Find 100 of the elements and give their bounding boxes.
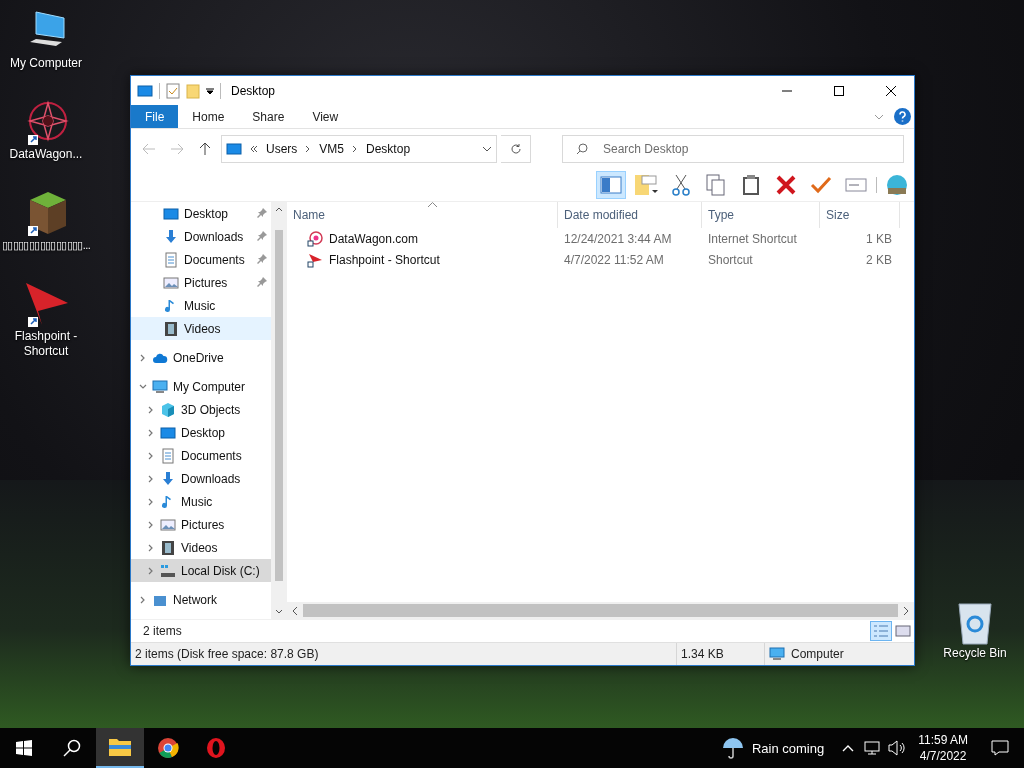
nav-item[interactable]: Desktop [131,421,271,444]
nav-item[interactable]: Local Disk (C:) [131,559,271,582]
network-icon [864,740,881,756]
desktop-shortcut[interactable]: My Computer [0,8,92,71]
chevron-right-icon [147,497,155,506]
file-row[interactable]: Flashpoint - Shortcut 4/7/2022 11:52 AM Shortcut 2 KB [287,249,914,270]
ribbon-tab[interactable]: Share [238,105,299,128]
chevron-right-icon [147,474,155,483]
chevron-right-icon [305,145,312,153]
film-icon [160,539,176,556]
weather-text[interactable]: Rain coming [751,740,825,756]
desktop-shortcut[interactable]: Recycle Bin [938,600,1012,661]
breadcrumb-link[interactable]: Users [266,142,298,156]
chevron-right-icon [147,451,155,460]
chevron-right-icon [147,543,155,552]
details-view-button[interactable] [870,621,892,641]
nav-item[interactable]: Downloads [131,225,271,248]
scissors-icon [672,174,690,196]
nav-item[interactable]: Videos [131,536,271,559]
desktop-icon-label: Recycle Bin [943,646,1007,661]
nav-item[interactable]: Pictures [131,271,271,294]
nav-item[interactable]: Network [131,588,271,611]
horizontal-scrollbar[interactable] [287,602,914,619]
umbrella-icon [721,737,744,759]
status-summary: 2 items (Disk free space: 87.8 GB) [135,647,319,661]
sort-caret-icon [428,202,437,207]
ribbon-tab[interactable]: View [298,105,353,128]
folder-taskbar-button[interactable] [96,728,144,768]
nav-item[interactable]: My Computer [131,375,271,398]
search-field[interactable]: Search Desktop [562,135,904,163]
nav-item[interactable]: Music [131,294,271,317]
preview-pane-button[interactable] [596,171,626,199]
file-type: Internet Shortcut [708,231,797,246]
chevron-right-icon [352,145,359,153]
pin-icon [257,253,267,264]
chevron-right-icon [139,595,147,604]
address-bar[interactable]: Users VM5 Desktop [221,135,497,163]
document-icon [163,251,179,268]
maximize-icon [834,85,844,96]
chevron-right-icon [147,520,155,529]
ribbon-tab[interactable]: Home [178,105,239,128]
chevron-right-icon [139,353,147,362]
forward-arrow-icon [170,143,184,155]
refresh-icon [509,143,522,155]
folder-icon [186,82,200,99]
breadcrumb-link[interactable]: VM5 [319,142,345,156]
nav-item[interactable]: 3D Objects [131,398,271,421]
clipboard-icon [741,174,761,196]
desktop-icon-label: DataWagon... [9,147,83,162]
clock[interactable]: 11:59 AM 4/7/2022 [910,732,976,764]
back-arrow-icon [142,143,156,155]
nav-item[interactable]: Downloads [131,467,271,490]
down-arrow-icon [163,228,179,245]
pin-icon [257,230,267,241]
date-modified: 4/7/2022 11:52 AM [564,252,664,267]
desktop-shortcut[interactable]: Flashpoint - Shortcut [0,281,92,359]
computer-icon [152,378,168,395]
search-icon [576,143,588,155]
desktop-icon [160,424,176,441]
pin-icon [257,207,267,218]
file-size: 1 KB [866,231,892,246]
browser-logo-icon [157,737,179,759]
column-header[interactable]: Type [702,202,820,228]
desktop-shortcut[interactable]: DataWagon... [0,99,92,162]
chevron-up-icon [842,744,855,752]
ribbon-tab[interactable]: File [131,105,179,128]
search-icon [63,739,81,757]
nav-item[interactable]: Music [131,490,271,513]
o-logo-icon [205,737,227,759]
file-row[interactable]: DataWagon.com 12/24/2021 3:44 AM Internet Shortcut 1 KB [287,228,914,249]
checklist-icon [166,82,180,99]
nav-item[interactable]: Videos [131,317,271,340]
nav-item[interactable]: Pictures [131,513,271,536]
volume-icon [888,740,907,756]
refresh-button[interactable] [501,135,531,163]
picture-icon [163,274,179,291]
up-arrow-icon [199,142,211,156]
column-header[interactable]: Size [820,202,900,228]
cube-icon [160,401,176,418]
shortcut-arrow-icon [28,226,38,236]
desktop-shortcut[interactable]: ▯▯▯▯▯▯▯▯▯▯▯▯▯▯▯... [0,190,92,253]
status-location: Computer [791,647,844,661]
date-modified: 12/24/2021 3:44 AM [564,231,672,246]
vertical-scrollbar[interactable] [271,202,287,619]
windows-logo-icon [16,740,32,756]
shortcut-arrow-icon [307,251,323,268]
nav-item[interactable]: Documents [131,444,271,467]
nav-item[interactable]: Documents [131,248,271,271]
dropdown-icon [206,86,214,95]
nav-item[interactable]: Desktop [131,202,271,225]
column-header[interactable]: Name [287,202,558,228]
folder-note-icon [634,174,658,196]
file-name: Flashpoint - Shortcut [329,252,440,267]
chevron-down-icon [139,382,147,391]
column-header[interactable]: Date modified [558,202,702,228]
breadcrumb-link[interactable]: Desktop [366,142,411,156]
nav-item[interactable]: OneDrive [131,346,271,369]
document-icon [160,447,176,464]
details-list-icon [873,624,889,638]
status-size: 1.34 KB [681,647,724,661]
